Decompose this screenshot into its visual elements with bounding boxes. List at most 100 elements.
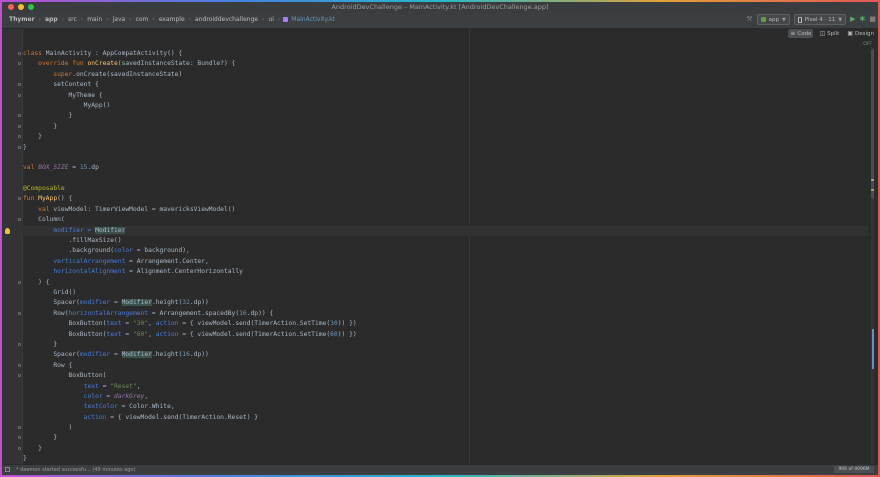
split-view-button[interactable]: ◫ Split — [817, 29, 841, 38]
code-line[interactable]: } — [18, 143, 868, 153]
code-token: color — [114, 247, 133, 255]
code-view-button[interactable]: ≡ Code — [788, 29, 814, 38]
fold-marker-icon[interactable] — [18, 363, 21, 367]
code-token: BOX_SIZE — [38, 164, 69, 172]
breadcrumb-com[interactable]: com — [135, 16, 150, 23]
fold-marker-icon[interactable] — [18, 83, 21, 87]
fold-marker-icon[interactable] — [18, 124, 21, 128]
fold-marker-icon[interactable] — [18, 93, 21, 97]
code-line[interactable]: } — [18, 111, 868, 121]
fold-marker-icon[interactable] — [18, 311, 21, 315]
debug-icon[interactable]: ✱ — [860, 15, 866, 24]
code-token: modifier — [79, 351, 111, 359]
breadcrumb-main[interactable]: main — [86, 16, 103, 23]
code-line[interactable]: Spacer(modifier = Modifier.height(32.dp)… — [23, 298, 868, 308]
hammer-icon[interactable]: ⚒ — [746, 15, 752, 24]
code-line[interactable]: .background(color = background), — [23, 246, 868, 256]
code-line[interactable]: Spacer(modifier = Modifier.height(16.dp)… — [23, 350, 868, 360]
code-line[interactable]: MyTheme { — [18, 91, 868, 101]
code-token: } — [23, 455, 27, 463]
fold-marker-icon[interactable] — [18, 218, 21, 222]
error-stripe-marker[interactable] — [871, 189, 874, 191]
code-line[interactable]: textColor = Color.White, — [23, 402, 868, 412]
code-line[interactable]: } — [18, 433, 868, 443]
fold-marker-icon[interactable] — [18, 52, 21, 55]
code-line[interactable]: Row(horizontalArrangement = Arrangement.… — [18, 309, 868, 319]
code-line[interactable]: ) — [18, 423, 868, 433]
breadcrumb-ui[interactable]: ui — [267, 16, 274, 23]
fold-marker-icon[interactable] — [18, 426, 21, 430]
breadcrumb-src[interactable]: src — [67, 16, 78, 23]
code-line[interactable]: Grid() — [23, 288, 868, 298]
code-text[interactable]: class MainActivity : AppCompatActivity()… — [5, 49, 868, 465]
code-line[interactable] — [23, 153, 868, 163]
code-line[interactable]: BoxButton( — [18, 371, 868, 381]
code-line[interactable]: val BOX_SIZE = 15.dp — [23, 163, 868, 173]
run-config-label: app — [768, 16, 779, 23]
code-line[interactable]: BoxButton(text = "60", action = { viewMo… — [23, 330, 868, 340]
code-line[interactable]: } — [18, 122, 868, 132]
breadcrumb-file[interactable]: MainActivity.kt — [290, 16, 336, 23]
run-config-select[interactable]: app ▼ — [756, 14, 790, 25]
code-line[interactable]: ) { — [18, 278, 868, 288]
code-line[interactable]: Row { — [18, 361, 868, 371]
code-line[interactable]: horizontalAlignment = Alignment.CenterHo… — [23, 267, 868, 277]
error-stripe-marker[interactable] — [871, 179, 874, 181]
code-token: .background( — [23, 247, 114, 255]
breadcrumb-java[interactable]: java — [112, 16, 127, 23]
fold-marker-icon[interactable] — [18, 145, 21, 149]
code-view-label: Code — [797, 30, 812, 37]
code-line[interactable]: class MainActivity : AppCompatActivity()… — [18, 49, 868, 59]
fold-marker-icon[interactable] — [18, 374, 21, 378]
code-line[interactable]: Column( — [18, 215, 868, 225]
tool-windows-icon[interactable] — [5, 467, 10, 472]
design-view-button[interactable]: ▣ Design — [845, 29, 876, 38]
code-line[interactable]: verticalArrangement = Arrangement.Center… — [23, 257, 868, 267]
breadcrumb-project[interactable]: Thymer — [8, 16, 36, 23]
code-token: setContent { — [23, 81, 99, 89]
code-line[interactable]: } — [18, 340, 868, 350]
status-message[interactable]: * daemon started successfu... (49 minute… — [16, 467, 135, 473]
code-line[interactable]: } — [18, 444, 868, 454]
code-token: )) }) — [337, 320, 357, 328]
code-line[interactable]: val viewModel: TimerViewModel = maverick… — [23, 205, 868, 215]
fold-marker-icon[interactable] — [18, 280, 21, 284]
android-module-icon — [760, 17, 766, 22]
code-token: = — [102, 392, 115, 400]
error-stripe-marker[interactable] — [872, 329, 874, 369]
breadcrumb-example[interactable]: example — [158, 16, 186, 23]
code-line[interactable]: setContent { — [18, 80, 868, 90]
kotlin-file-icon — [283, 17, 289, 22]
memory-indicator[interactable]: 966 of 4096M — [834, 466, 874, 473]
code-line[interactable]: fun MyApp() { — [18, 194, 868, 204]
fold-marker-icon[interactable] — [18, 135, 21, 139]
fold-marker-icon[interactable] — [18, 446, 21, 450]
breadcrumb-package[interactable]: androiddevchallenge — [194, 16, 259, 23]
code-token: (savedInstanceState: Bundle?) { — [117, 60, 236, 68]
code-line[interactable]: .fillMaxSize() — [23, 236, 868, 246]
code-token: horizontalArrangement — [68, 309, 149, 317]
code-token: Grid() — [23, 288, 77, 296]
breadcrumb-module[interactable]: app — [44, 16, 59, 23]
fold-marker-icon[interactable] — [18, 342, 21, 346]
code-line[interactable]: text = "Reset", — [23, 382, 868, 392]
code-line[interactable]: MyApp() — [23, 101, 868, 111]
scrollbar-thumb[interactable] — [871, 49, 874, 199]
code-editor[interactable]: ≡ Code ◫ Split ▣ Design OFF class MainActiv… — [2, 29, 878, 465]
code-line[interactable]: } — [18, 132, 868, 142]
run-icon[interactable]: ▶ — [850, 15, 855, 24]
code-line[interactable]: override fun onCreate(savedInstanceState… — [18, 59, 868, 69]
stop-icon[interactable]: ■ — [869, 15, 876, 24]
code-line[interactable]: super.onCreate(savedInstanceState) — [23, 70, 868, 80]
code-line[interactable]: color = darkGrey, — [23, 392, 868, 402]
code-token: text — [106, 320, 122, 328]
code-line[interactable] — [23, 174, 868, 184]
lightbulb-icon[interactable] — [5, 227, 10, 234]
code-line[interactable]: @Composable — [23, 184, 868, 194]
code-line[interactable]: action = { viewModel.send(TimerAction.Re… — [23, 413, 868, 423]
code-line[interactable]: BoxButton(text = "30", action = { viewMo… — [23, 319, 868, 329]
code-line[interactable]: modifier = Modifier — [5, 225, 868, 237]
device-select[interactable]: Pixel 4 - 11 ▼ — [793, 14, 847, 25]
